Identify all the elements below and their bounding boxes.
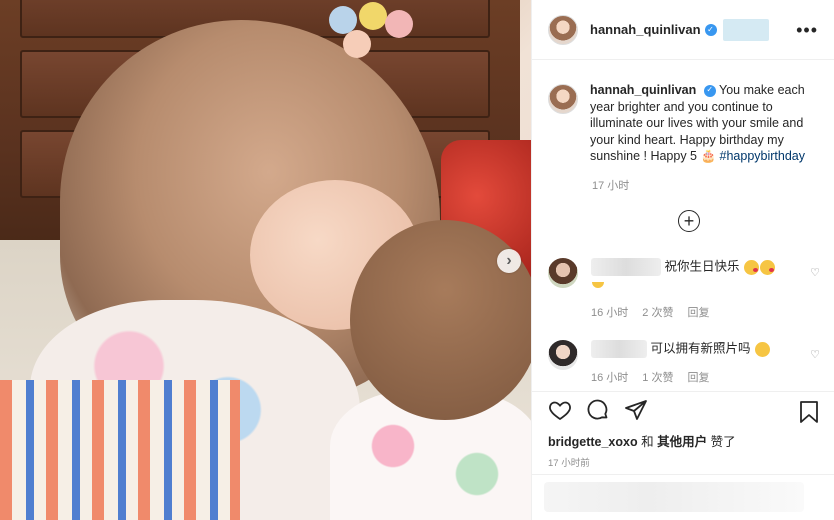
photo-hair-flowers <box>325 2 415 62</box>
comment-likes[interactable]: 2 次赞 <box>642 304 673 320</box>
comment-meta: 16 小时 1 次赞 回复 <box>591 369 709 385</box>
like-heart-icon[interactable] <box>548 398 572 422</box>
comment-time: 16 小时 <box>591 307 629 319</box>
caption-text-block: hannah_quinlivan ✓ You make each year br… <box>590 82 826 165</box>
post-side-panel: hannah_quinlivan ✓ ••• hannah_quinlivan … <box>531 0 834 520</box>
instagram-post: › hannah_quinlivan ✓ ••• hannah_quinliva… <box>0 0 834 520</box>
comment-bubble-icon[interactable] <box>586 398 610 422</box>
share-paper-plane-icon[interactable] <box>624 398 648 422</box>
comment-like-heart-icon[interactable]: ♡ <box>810 348 820 361</box>
more-options-icon[interactable]: ••• <box>796 20 818 41</box>
comment-likes[interactable]: 1 次赞 <box>642 369 673 385</box>
post-photo[interactable]: › <box>0 0 531 520</box>
follow-button-blurred[interactable] <box>722 18 769 41</box>
comment-meta: 16 小时 2 次赞 回复 <box>591 304 709 320</box>
commenter-avatar[interactable] <box>548 340 578 370</box>
kiss-emoji-icon <box>743 259 759 275</box>
commenter-avatar[interactable] <box>548 258 578 288</box>
comment-text: 可以拥有新照片吗 <box>650 341 751 356</box>
comment-text: 祝你生日快乐 <box>664 259 740 274</box>
add-comment-input-blurred[interactable] <box>544 482 804 512</box>
comment-body: 祝你生日快乐 <box>591 258 811 293</box>
caption-author-avatar[interactable] <box>548 84 578 114</box>
grin-emoji-icon <box>754 341 770 357</box>
post-timestamp: 17 小时前 <box>548 458 590 469</box>
actions-divider <box>532 391 834 392</box>
comment-time: 16 小时 <box>591 372 629 384</box>
comment-reply[interactable]: 回复 <box>687 304 709 320</box>
comment-reply[interactable]: 回复 <box>687 369 709 385</box>
comment-like-heart-icon[interactable]: ♡ <box>810 266 820 279</box>
likes-summary: bridgette_xoxo 和 其他用户 赞了 <box>548 431 736 450</box>
save-bookmark-icon[interactable] <box>798 400 820 424</box>
post-header: hannah_quinlivan ✓ ••• <box>532 0 834 60</box>
likes-suffix: 赞了 <box>710 435 736 449</box>
liker-username[interactable]: bridgette_xoxo <box>548 435 638 449</box>
caption-time: 17 小时 <box>592 180 630 192</box>
commenter-name-blurred[interactable] <box>591 258 661 276</box>
likes-others[interactable]: 其他用户 <box>657 435 707 449</box>
emoji-fragment-icon <box>592 281 604 288</box>
verified-badge-icon: ✓ <box>703 84 716 97</box>
kiss-emoji-icon <box>759 259 775 275</box>
next-photo-button[interactable]: › <box>497 249 521 273</box>
post-caption: hannah_quinlivan ✓ You make each year br… <box>548 82 828 165</box>
verified-badge-icon: ✓ <box>704 23 717 36</box>
load-more-comments-icon[interactable]: + <box>678 210 700 232</box>
photo-blanket <box>0 380 240 520</box>
author-username[interactable]: hannah_quinlivan <box>590 22 701 37</box>
add-comment-area[interactable] <box>532 474 834 520</box>
caption-username[interactable]: hannah_quinlivan <box>590 83 696 97</box>
commenter-name-blurred[interactable] <box>591 340 647 358</box>
caption-hashtag[interactable]: #happybirthday <box>720 149 805 163</box>
comment-body: 可以拥有新照片吗 <box>591 340 811 358</box>
likes-connector: 和 <box>641 435 654 449</box>
post-actions <box>548 398 648 422</box>
author-avatar[interactable] <box>548 14 578 45</box>
